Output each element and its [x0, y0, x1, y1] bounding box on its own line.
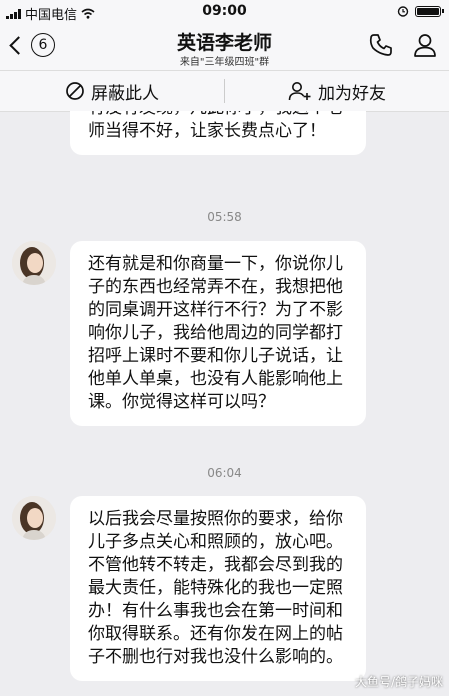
- phone-icon[interactable]: [368, 32, 394, 58]
- block-user-label: 屏蔽此人: [91, 83, 159, 104]
- message-bubble[interactable]: 还有就是和你商量一下，你说你儿子的东西也经常弄不在，我想把他的同桌调开这样行不行…: [70, 241, 366, 426]
- message-timestamp: 06:04: [207, 466, 242, 480]
- person-icon[interactable]: [412, 32, 438, 58]
- action-bar: 屏蔽此人 加为好友: [0, 70, 449, 112]
- watermark: 大鱼号/鸽子妈咪: [354, 675, 443, 689]
- add-friend-icon: [288, 82, 311, 101]
- message-text: 还有就是和你商量一下，你说你儿子的东西也经常弄不在，我想把他的同桌调开这样行不行…: [88, 254, 343, 412]
- avatar-image: [12, 496, 56, 540]
- message-text: 以后我会尽量按照你的要求，给你儿子多点关心和照顾的，放心吧。不管他转不转走，我都…: [88, 509, 343, 667]
- status-bar: 中国电信 09:00: [0, 0, 449, 24]
- avatar[interactable]: [12, 496, 56, 540]
- avatar[interactable]: [12, 241, 56, 285]
- block-icon: [66, 82, 84, 100]
- status-right: [397, 5, 444, 17]
- avatar-image: [12, 241, 56, 285]
- message-bubble[interactable]: 以后我会尽量按照你的要求，给你儿子多点关心和照顾的，放心吧。不管他转不转走，我都…: [70, 496, 366, 681]
- message-list[interactable]: 有没有发现，凡此你了，我这个老师当得不好，让家长费点心了！ 05:58 还有就是…: [0, 111, 449, 696]
- message-bubble-partial[interactable]: 有没有发现，凡此你了，我这个老师当得不好，让家长费点心了！: [70, 111, 366, 155]
- message-timestamp: 05:58: [207, 210, 242, 224]
- block-user-button[interactable]: 屏蔽此人: [0, 71, 224, 111]
- chat-header: 6 英语李老师 来自"三年级四班"群: [0, 24, 449, 70]
- status-time: 09:00: [202, 3, 247, 19]
- battery-icon: [415, 5, 444, 17]
- alarm-icon: [397, 6, 409, 17]
- add-friend-label: 加为好友: [318, 83, 386, 104]
- message-text: 有没有发现，凡此你了，我这个老师当得不好，让家长费点心了！: [88, 111, 343, 141]
- add-friend-button[interactable]: 加为好友: [225, 71, 449, 111]
